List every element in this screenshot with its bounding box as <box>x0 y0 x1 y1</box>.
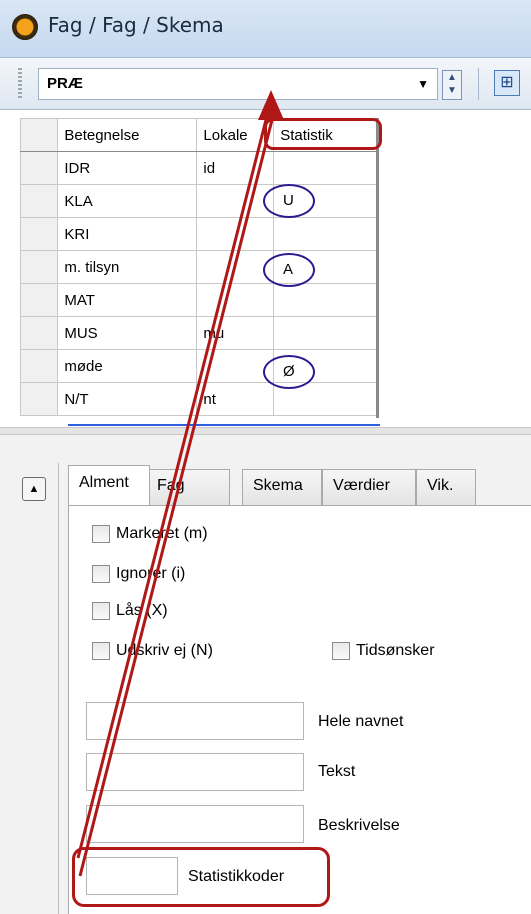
arrow-shaft <box>78 111 276 877</box>
arrow-head-icon <box>258 90 284 120</box>
arrow-shaft <box>76 111 270 859</box>
annotation-arrow <box>76 90 284 877</box>
